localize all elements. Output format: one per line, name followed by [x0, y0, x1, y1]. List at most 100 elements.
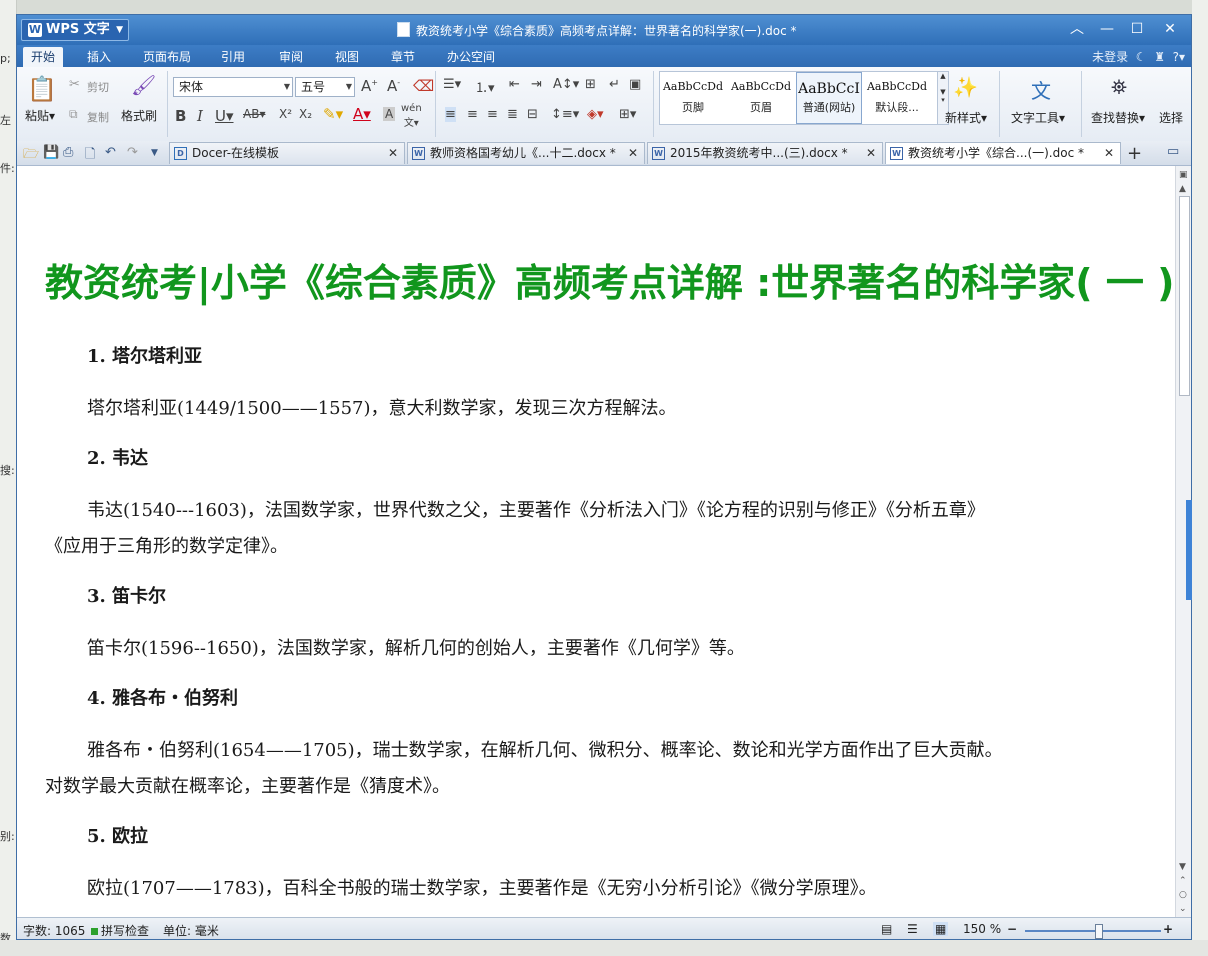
tab-insert[interactable]: 插入	[79, 47, 119, 67]
undo-icon[interactable]: ↶	[105, 145, 116, 160]
format-painter-button[interactable]: 格式刷	[121, 107, 157, 124]
cjk-layout-icon[interactable]: ▣	[629, 77, 641, 92]
format-painter-icon[interactable]: 🖌	[131, 73, 156, 97]
spell-check-toggle[interactable]: 拼写检查	[91, 922, 149, 939]
doc-tab[interactable]: W 教师资格国考幼儿《...十二.docx * ✕	[407, 142, 645, 164]
highlight-icon[interactable]: ✎▾	[323, 105, 343, 123]
show-marks-icon[interactable]: ↵	[609, 77, 620, 92]
align-left-icon[interactable]: ≡	[445, 107, 456, 122]
tab-page-layout[interactable]: 页面布局	[135, 47, 199, 67]
scroll-up-icon[interactable]: ▲	[1179, 184, 1186, 194]
paste-icon[interactable]: 📋	[27, 75, 57, 103]
close-button[interactable]: ✕	[1157, 19, 1183, 39]
font-name-select[interactable]: 宋体 ▼	[173, 77, 293, 97]
print-preview-icon[interactable]: 🗋	[85, 145, 95, 167]
minimize-button[interactable]: —	[1094, 19, 1120, 39]
login-link[interactable]: 未登录	[1092, 50, 1128, 64]
tab-review[interactable]: 审阅	[271, 47, 311, 67]
doc-tab[interactable]: D Docer-在线模板 ✕	[169, 142, 405, 164]
doc-tab-active[interactable]: W 教资统考小学《综合...(一).doc * ✕	[885, 142, 1121, 164]
scroll-down-icon[interactable]: ▼	[1179, 862, 1186, 872]
skin-icon[interactable]: ☾	[1132, 50, 1147, 64]
close-tab-icon[interactable]: ✕	[1104, 143, 1114, 163]
prev-page-icon[interactable]: ⌃	[1179, 876, 1187, 886]
zoom-level[interactable]: 150 %	[963, 922, 1001, 936]
maximize-button[interactable]: ☐	[1124, 19, 1150, 39]
tab-office-space[interactable]: 办公空间	[439, 47, 503, 67]
next-page-icon[interactable]: ⌄	[1179, 904, 1187, 914]
open-icon[interactable]: 🗁	[23, 145, 39, 167]
shrink-font-icon[interactable]: A-	[387, 77, 400, 95]
copy-icon[interactable]: ⧉	[69, 107, 78, 122]
increase-indent-icon[interactable]: ⇥	[531, 77, 542, 92]
font-size-select[interactable]: 五号 ▼	[295, 77, 355, 97]
borders-icon[interactable]: ⊞▾	[619, 107, 636, 122]
superscript-icon[interactable]: X²	[279, 107, 292, 121]
justify-icon[interactable]: ≣	[507, 107, 518, 122]
select-button[interactable]: 选择	[1159, 109, 1183, 126]
italic-icon[interactable]: I	[197, 107, 203, 125]
style-header[interactable]: AaBbCcDd 页眉	[728, 72, 794, 124]
decrease-indent-icon[interactable]: ⇤	[509, 77, 520, 92]
cut-button[interactable]: 剪切	[87, 79, 109, 95]
tab-chapter[interactable]: 章节	[383, 47, 423, 67]
style-footer[interactable]: AaBbCcDd 页脚	[660, 72, 726, 124]
align-center-icon[interactable]: ≡	[467, 107, 478, 122]
save-icon[interactable]: 💾	[43, 145, 59, 160]
page-view-icon[interactable]: ▤	[881, 922, 892, 936]
scroll-options-icon[interactable]: ▣	[1179, 170, 1188, 180]
bold-icon[interactable]: B	[175, 107, 186, 125]
shirt-icon[interactable]: ♜	[1150, 50, 1165, 64]
bullet-list-icon[interactable]: ☰▾	[443, 77, 461, 92]
task-pane-toggle[interactable]	[1186, 500, 1192, 600]
new-style-button[interactable]: 新样式▾	[945, 109, 987, 126]
tab-home[interactable]: 开始	[23, 47, 63, 67]
find-replace-button[interactable]: 查找替换▾	[1091, 109, 1145, 126]
scroll-thumb[interactable]	[1179, 196, 1190, 396]
copy-button[interactable]: 复制	[87, 109, 109, 125]
close-tab-icon[interactable]: ✕	[866, 143, 876, 163]
help-icon[interactable]: ?▾	[1169, 50, 1185, 64]
cut-icon[interactable]: ✂	[69, 77, 80, 92]
strikethrough-icon[interactable]: AB▾	[243, 107, 265, 121]
new-style-icon[interactable]: ✨	[953, 75, 978, 99]
select-browse-icon[interactable]: ○	[1179, 890, 1187, 900]
underline-icon[interactable]: U▾	[215, 107, 234, 125]
subscript-icon[interactable]: X₂	[299, 107, 312, 121]
close-tab-icon[interactable]: ✕	[388, 143, 398, 163]
tab-view[interactable]: 视图	[327, 47, 367, 67]
text-tools-icon[interactable]: 文	[1031, 75, 1051, 104]
clear-format-icon[interactable]: ⌫	[413, 77, 434, 95]
tab-references[interactable]: 引用	[213, 47, 253, 67]
distributed-icon[interactable]: ⊟	[527, 107, 538, 122]
tab-list-icon[interactable]: ▭	[1167, 144, 1179, 159]
zoom-slider-handle[interactable]	[1095, 924, 1103, 939]
align-right-icon[interactable]: ≡	[487, 107, 498, 122]
shading-icon[interactable]: ◈▾	[587, 107, 604, 122]
style-normal-web[interactable]: AaBbCcI 普通(网站)	[796, 72, 862, 124]
char-shading-icon[interactable]: A	[383, 107, 396, 121]
redo-icon[interactable]: ↷	[127, 145, 138, 160]
doc-tab[interactable]: W 2015年教资统考中...(三).docx * ✕	[647, 142, 883, 164]
line-spacing-icon[interactable]: ↕≡▾	[551, 107, 579, 122]
numbered-list-icon[interactable]: ⒈▾	[475, 77, 495, 96]
close-tab-icon[interactable]: ✕	[628, 143, 638, 163]
new-tab-button[interactable]: +	[1127, 143, 1142, 164]
text-tools-button[interactable]: 文字工具▾	[1011, 109, 1065, 126]
word-count[interactable]: 字数: 1065	[23, 922, 85, 939]
phonetic-guide-icon[interactable]: wén 文▾	[401, 103, 422, 129]
font-color-icon[interactable]: A▾	[353, 105, 371, 123]
binoculars-icon[interactable]: ⛯	[1111, 75, 1127, 99]
paste-button[interactable]: 粘贴▾	[25, 107, 55, 124]
zoom-in-icon[interactable]: +	[1163, 922, 1173, 936]
collapse-ribbon-button[interactable]: ︿	[1064, 19, 1090, 39]
print-icon[interactable]: ⎙	[63, 145, 73, 160]
document-page[interactable]: 教资统考|小学《综合素质》高频考点详解 :世界著名的科学家( 一 ) 1. 塔尔…	[17, 166, 1175, 917]
web-view-icon[interactable]: ▦	[933, 922, 949, 936]
app-menu-button[interactable]: W WPS 文字 ▼	[21, 19, 129, 41]
zoom-out-icon[interactable]: −	[1007, 922, 1017, 936]
grow-font-icon[interactable]: A+	[361, 77, 378, 95]
table-icon[interactable]: ⊞	[585, 77, 596, 92]
text-direction-icon[interactable]: A↕▾	[553, 77, 579, 92]
customize-toolbar-icon[interactable]: ▼	[151, 148, 158, 158]
